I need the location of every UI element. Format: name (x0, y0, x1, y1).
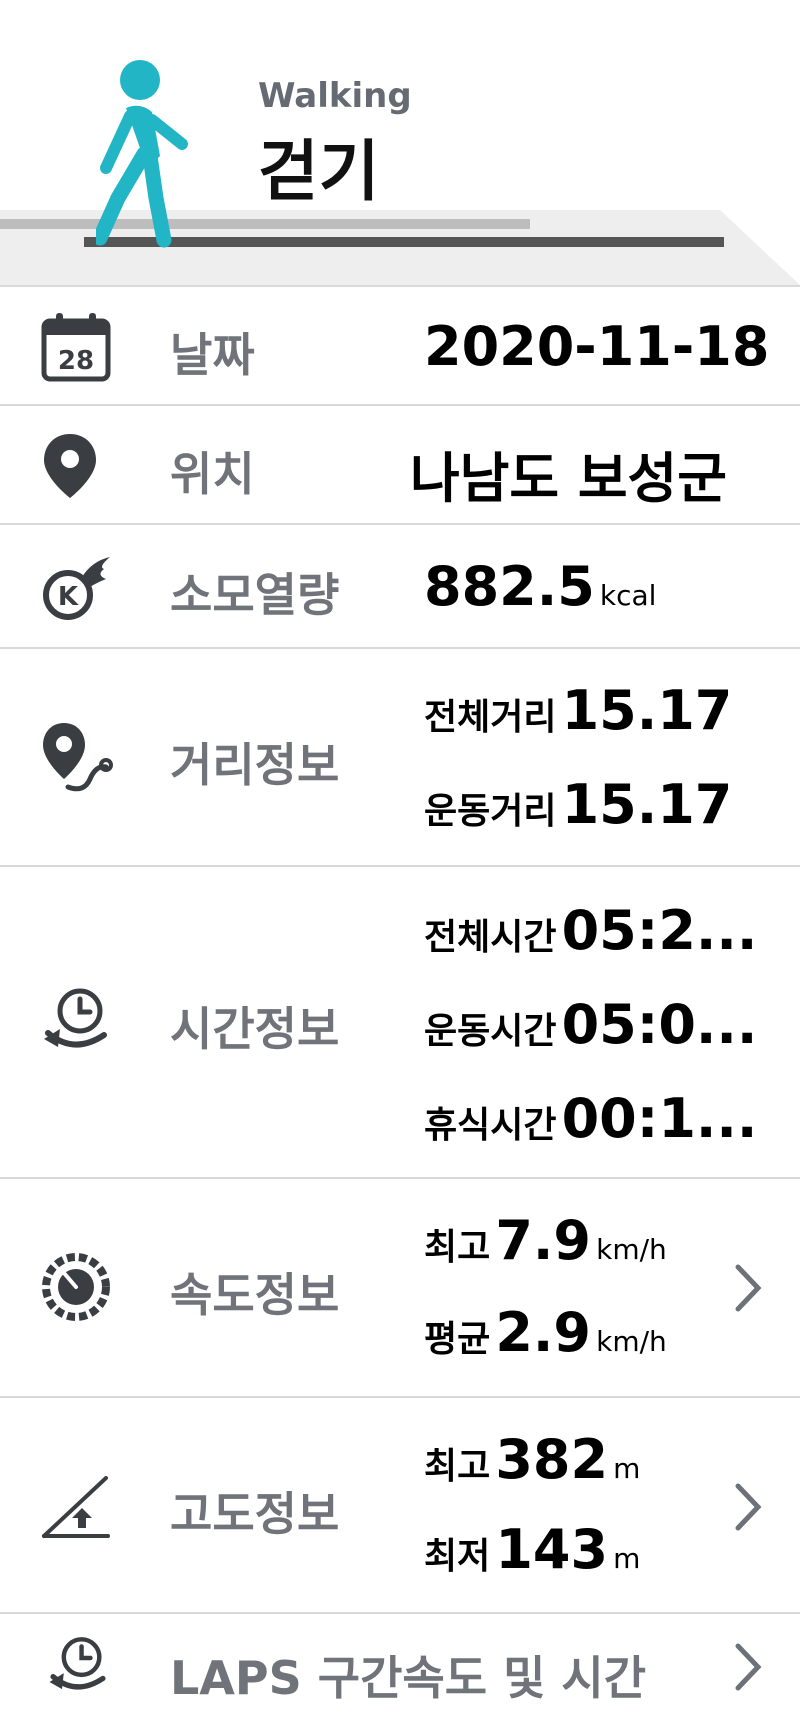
row-distance: 거리정보 전체거리 15.17 운동거리 15.17 (0, 647, 800, 865)
total-distance-line: 전체거리 15.17 (424, 679, 732, 742)
total-distance-label: 전체거리 (424, 697, 557, 738)
calorie-flame-icon: K (43, 557, 110, 620)
distance-label: 거리정보 (170, 738, 340, 792)
total-time-line: 전체시간 05:2... (424, 899, 757, 962)
max-speed-unit: km/h (596, 1233, 667, 1266)
location-pin-icon (44, 434, 96, 498)
max-altitude-label: 최고 (424, 1446, 491, 1487)
max-altitude-value: 382 (495, 1428, 609, 1491)
calories-value: 882.5 (424, 555, 595, 618)
row-altitude[interactable]: 고도정보 최고 382 m 최저 143 m (0, 1396, 800, 1612)
calories-label: 소모열량 (170, 568, 340, 622)
min-altitude-value: 143 (495, 1518, 609, 1581)
altitude-label: 고도정보 (170, 1487, 340, 1541)
chevron-right-icon[interactable] (732, 1642, 764, 1692)
row-time: 시간정보 전체시간 05:2... 운동시간 05:0... 휴식시간 00:1… (0, 865, 800, 1177)
avg-speed-unit: km/h (596, 1325, 667, 1358)
max-speed-line: 최고 7.9 km/h (424, 1209, 667, 1272)
max-speed-value: 7.9 (495, 1209, 592, 1272)
max-speed-label: 최고 (424, 1227, 491, 1268)
laps-label: LAPS 구간속도 및 시간 (170, 1651, 647, 1705)
activity-detail-list: 28 날짜 2020-11-18 위치 나남도 보성군 K 소모열량 882.5… (0, 285, 800, 1722)
activity-header: Walking 걷기 (0, 0, 800, 285)
rest-time-label: 휴식시간 (424, 1105, 557, 1146)
date-value: 2020-11-18 (424, 315, 770, 378)
total-time-label: 전체시간 (424, 917, 557, 958)
row-laps[interactable]: LAPS 구간속도 및 시간 (0, 1612, 800, 1722)
calendar-icon: 28 (41, 313, 111, 382)
exercise-distance-line: 운동거리 15.17 (424, 773, 732, 836)
time-label: 시간정보 (170, 1002, 340, 1056)
svg-text:K: K (58, 582, 79, 612)
activity-title: 걷기 (258, 133, 380, 210)
rest-time-value: 00:1... (561, 1087, 758, 1150)
row-calories: K 소모열량 882.5 kcal (0, 523, 800, 647)
speed-label: 속도정보 (170, 1268, 340, 1322)
chevron-right-icon[interactable] (732, 1263, 764, 1313)
min-altitude-label: 최저 (424, 1536, 491, 1577)
total-distance-value: 15.17 (561, 679, 733, 742)
calories-value-line: 882.5 kcal (424, 555, 656, 618)
min-altitude-unit: m (613, 1542, 641, 1575)
row-speed[interactable]: 속도정보 최고 7.9 km/h 평균 2.9 km/h (0, 1177, 800, 1396)
calendar-day-text: 28 (58, 346, 94, 376)
min-altitude-line: 최저 143 m (424, 1518, 640, 1581)
chevron-right-icon[interactable] (732, 1482, 764, 1532)
exercise-distance-label: 운동거리 (424, 791, 557, 832)
clock-arrow-icon (49, 1637, 106, 1690)
calories-unit: kcal (599, 579, 657, 612)
avg-speed-line: 평균 2.9 km/h (424, 1301, 667, 1364)
date-label: 날짜 (170, 328, 255, 382)
location-value: 나남도 보성군 (410, 447, 727, 510)
exercise-time-line: 운동시간 05:0... (424, 993, 757, 1056)
row-location: 위치 나남도 보성군 (0, 404, 800, 523)
avg-speed-label: 평균 (424, 1319, 491, 1360)
walking-person-icon (96, 60, 188, 248)
activity-subtitle: Walking (258, 76, 412, 116)
avg-speed-value: 2.9 (495, 1301, 592, 1364)
clock-arrow-icon (44, 988, 107, 1048)
total-time-value: 05:2... (561, 899, 758, 962)
altitude-slope-icon (42, 1476, 110, 1538)
exercise-distance-value: 15.17 (561, 773, 733, 836)
location-label: 위치 (170, 447, 255, 501)
max-altitude-unit: m (613, 1452, 641, 1485)
rest-time-line: 휴식시간 00:1... (424, 1087, 757, 1150)
max-altitude-line: 최고 382 m (424, 1428, 640, 1491)
speedometer-icon (42, 1253, 110, 1321)
exercise-time-label: 운동시간 (424, 1011, 557, 1052)
exercise-time-value: 05:0... (561, 993, 758, 1056)
row-date: 28 날짜 2020-11-18 (0, 285, 800, 404)
route-pin-icon (43, 723, 113, 792)
